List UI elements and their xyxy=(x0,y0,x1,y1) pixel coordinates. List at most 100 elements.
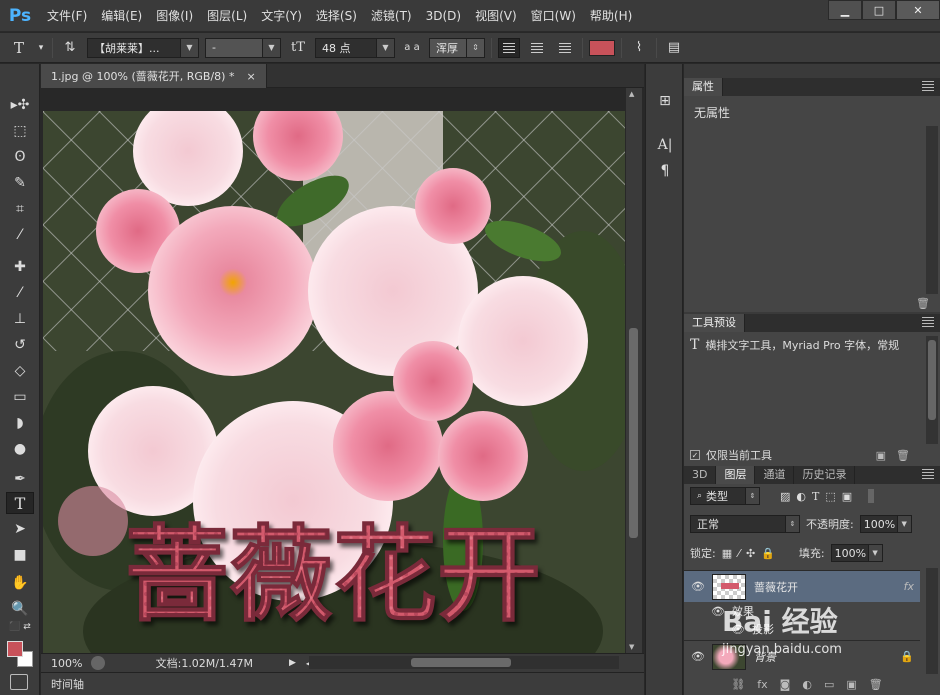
filter-shape-icon[interactable]: ⬚ xyxy=(825,490,835,503)
toggle-orientation-icon[interactable]: ⇅ xyxy=(59,40,81,55)
hand-tool-icon[interactable]: ✋ xyxy=(6,572,34,594)
scroll-down-icon[interactable]: ▼ xyxy=(629,643,634,651)
menu-file[interactable]: 文件(F) xyxy=(40,0,94,32)
quick-selection-tool-icon[interactable]: ✎ xyxy=(6,172,34,194)
panel-menu-icon[interactable] xyxy=(922,317,934,327)
eye-icon[interactable]: 👁 xyxy=(684,650,712,663)
filter-adjustment-icon[interactable]: ◐ xyxy=(796,490,806,503)
panel-menu-icon[interactable] xyxy=(922,469,934,479)
align-center-button[interactable] xyxy=(526,38,548,58)
align-left-button[interactable] xyxy=(498,37,520,58)
tab-properties[interactable]: 属性 xyxy=(684,78,723,96)
panel-menu-icon[interactable] xyxy=(922,81,934,91)
eye-icon[interactable]: 👁 xyxy=(684,580,712,593)
trash-icon[interactable]: 🗑 xyxy=(869,678,883,691)
healing-brush-tool-icon[interactable]: ✚ xyxy=(6,256,34,278)
menu-filter[interactable]: 滤镜(T) xyxy=(364,0,419,32)
adjustment-layer-icon[interactable]: ◐ xyxy=(802,678,812,691)
layer-filter-select[interactable]: ⌕ 类型 ⇕ xyxy=(690,487,760,505)
status-menu-arrow-icon[interactable]: ▶ xyxy=(289,658,296,668)
menu-window[interactable]: 窗口(W) xyxy=(524,0,583,32)
menu-view[interactable]: 视图(V) xyxy=(468,0,524,32)
brush-tool-icon[interactable]: ⁄ xyxy=(6,282,34,304)
filter-toggle-switch[interactable] xyxy=(868,489,875,503)
font-style-select[interactable]: - ▼ xyxy=(205,37,281,58)
new-group-icon[interactable]: ▭ xyxy=(824,678,834,691)
vertical-scroll-thumb[interactable] xyxy=(629,328,638,538)
layer-name[interactable]: 蔷薇花开 xyxy=(754,579,904,595)
text-color-swatch[interactable] xyxy=(589,39,615,56)
fx-icon[interactable]: fx xyxy=(904,580,914,593)
font-family-select[interactable]: 【胡莱莱】... ▼ xyxy=(87,37,199,58)
antialias-select[interactable]: 浑厚 ⇕ xyxy=(429,37,485,58)
menu-help[interactable]: 帮助(H) xyxy=(583,0,639,32)
tool-preset-picker-icon[interactable]: ▾ xyxy=(36,43,46,53)
character-icon[interactable]: A| xyxy=(654,134,676,156)
timeline-panel-tab[interactable]: 时间轴 xyxy=(41,672,644,695)
foreground-color-swatch[interactable] xyxy=(7,641,23,657)
path-selection-tool-icon[interactable]: ➤ xyxy=(6,518,34,540)
character-panel-icon[interactable]: ▤ xyxy=(663,40,685,55)
gradient-tool-icon[interactable]: ▭ xyxy=(6,386,34,408)
new-layer-icon[interactable]: ▣ xyxy=(846,678,856,691)
tool-presets-scrollbar[interactable] xyxy=(926,336,938,444)
pen-tool-icon[interactable]: ✒ xyxy=(6,468,34,490)
menu-type[interactable]: 文字(Y) xyxy=(254,0,309,32)
blur-tool-icon[interactable]: ◗ xyxy=(6,412,34,434)
menu-edit[interactable]: 编辑(E) xyxy=(94,0,149,32)
add-style-icon[interactable]: fx xyxy=(757,678,767,691)
scroll-up-icon[interactable]: ▲ xyxy=(629,90,634,98)
lock-transparent-icon[interactable]: ▦ xyxy=(722,547,732,560)
trash-icon[interactable]: 🗑 xyxy=(916,297,930,310)
tool-preset-item[interactable]: T 横排文字工具，Myriad Pro 字体，常规 xyxy=(690,337,911,353)
menu-select[interactable]: 选择(S) xyxy=(309,0,364,32)
menu-3d[interactable]: 3D(D) xyxy=(419,0,468,32)
tab-history[interactable]: 历史记录 xyxy=(794,466,856,484)
filter-pixel-icon[interactable]: ▨ xyxy=(780,490,790,503)
menu-layer[interactable]: 图层(L) xyxy=(200,0,254,32)
swap-colors-icon[interactable]: ⬛ ⇄ xyxy=(6,620,34,634)
marquee-tool-icon[interactable]: ⬚ xyxy=(6,120,34,142)
lasso-tool-icon[interactable]: ʘ xyxy=(6,146,34,168)
horizontal-scroll-thumb[interactable] xyxy=(411,658,511,667)
layers-scrollbar[interactable] xyxy=(926,568,938,674)
maximize-button[interactable]: □ xyxy=(862,0,896,20)
lock-image-icon[interactable]: ⁄ xyxy=(738,547,740,560)
horizontal-type-tool-icon[interactable]: T xyxy=(6,492,34,514)
opacity-input[interactable]: 100% ▼ xyxy=(859,515,912,533)
close-tab-icon[interactable]: × xyxy=(246,70,255,83)
warp-text-icon[interactable]: ⌇ xyxy=(628,40,650,55)
status-icon[interactable] xyxy=(91,656,105,670)
minimize-button[interactable]: ▁ xyxy=(828,0,862,20)
tab-tool-presets[interactable]: 工具预设 xyxy=(684,314,745,332)
zoom-tool-icon[interactable]: 🔍 xyxy=(6,598,34,620)
close-window-button[interactable]: ✕ xyxy=(896,0,940,20)
crop-tool-icon[interactable]: ⌗ xyxy=(6,198,34,220)
font-size-select[interactable]: 48 点 ▼ xyxy=(315,37,395,58)
properties-scrollbar[interactable] xyxy=(926,126,938,294)
lock-position-icon[interactable]: ✣ xyxy=(746,547,755,560)
horizontal-scrollbar[interactable] xyxy=(309,656,619,669)
new-preset-icon[interactable]: ▣ xyxy=(876,449,886,462)
zoom-level[interactable]: 100% xyxy=(41,657,91,670)
trash-icon[interactable]: 🗑 xyxy=(896,449,910,462)
tab-3d[interactable]: 3D xyxy=(684,466,717,484)
lock-all-icon[interactable]: 🔒 xyxy=(761,547,775,560)
vertical-scrollbar[interactable]: ▲ ▼ xyxy=(626,88,642,653)
align-right-button[interactable] xyxy=(554,38,576,58)
tab-layers[interactable]: 图层 xyxy=(716,466,756,484)
fill-input[interactable]: 100% ▼ xyxy=(830,544,883,562)
quick-mask-icon[interactable] xyxy=(10,674,28,690)
menu-image[interactable]: 图像(I) xyxy=(149,0,200,32)
eyedropper-tool-icon[interactable]: ⁄ xyxy=(6,224,34,246)
layer-row-text[interactable]: 👁 蔷薇花开 fx xyxy=(684,570,920,602)
document-canvas[interactable]: 蔷薇花开 xyxy=(43,111,625,693)
history-brush-tool-icon[interactable]: ↺ xyxy=(6,334,34,356)
move-tool-icon[interactable]: ▸✣ xyxy=(6,94,34,116)
scroll-thumb[interactable] xyxy=(928,340,936,420)
tab-channels[interactable]: 通道 xyxy=(755,466,795,484)
rectangle-tool-icon[interactable]: ■ xyxy=(6,544,34,566)
paragraph-styles-icon[interactable]: ⊞ xyxy=(654,90,676,112)
dodge-tool-icon[interactable]: ● xyxy=(6,438,34,460)
filter-smart-object-icon[interactable]: ▣ xyxy=(842,490,852,503)
